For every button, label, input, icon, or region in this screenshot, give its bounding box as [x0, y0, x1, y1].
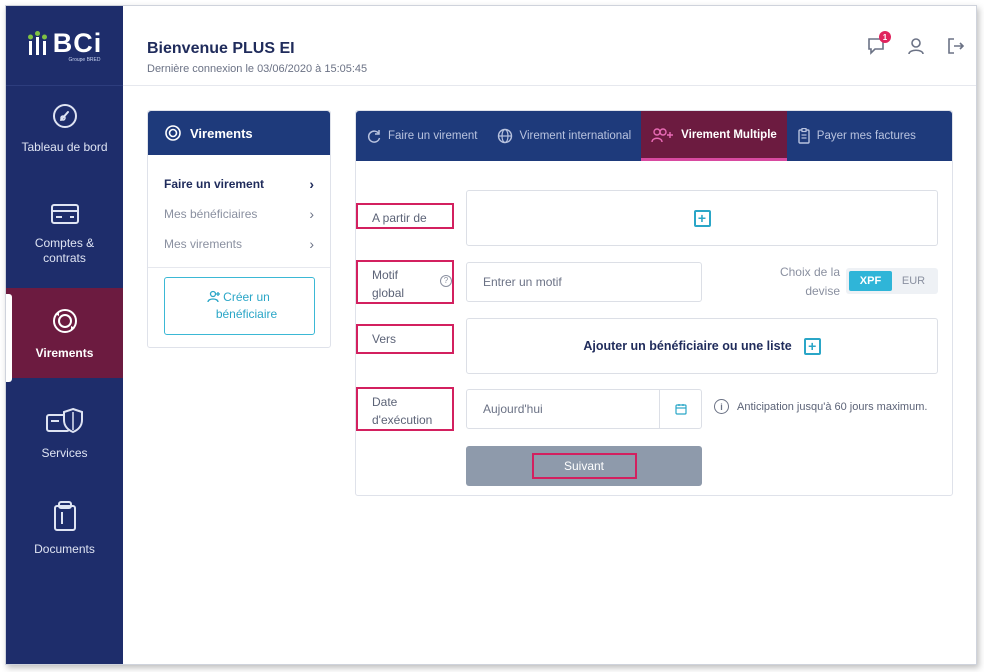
tab-label: Virement international [519, 130, 632, 142]
sidebar-item-comptes[interactable]: Comptes & contrats [6, 202, 123, 282]
help-icon[interactable]: ? [440, 275, 452, 287]
add-beneficiary-text: Ajouter un bénéficiaire ou une liste [583, 339, 792, 353]
tab-label: Payer mes factures [816, 130, 916, 142]
motif-placeholder: Entrer un motif [483, 275, 562, 289]
plus-icon: + [803, 337, 821, 355]
sidebar-item-services[interactable]: Services [6, 406, 123, 486]
sidebar-item-virements[interactable]: Virements [6, 288, 123, 378]
devise-option-eur[interactable]: EUR [892, 271, 935, 291]
plus-icon: + [693, 209, 711, 227]
next-button[interactable]: Suivant [466, 446, 702, 486]
menu-item-mes-virements[interactable]: Mes virements › [164, 229, 314, 259]
anticipation-info-text: Anticipation jusqu'à 60 jours maximum. [737, 400, 928, 413]
virements-panel-title: Virements [190, 125, 253, 141]
logo-subtext: Groupe BRED [68, 57, 101, 63]
app-window: BCi Groupe BRED Tableau de bord Comptes … [5, 5, 977, 665]
chevron-right-icon: › [309, 176, 314, 192]
tab-payer-factures[interactable]: Payer mes factures [787, 111, 926, 161]
date-label-text: Date d'exécution [372, 395, 433, 427]
tab-label: Virement Multiple [681, 128, 777, 141]
motif-label: Motif global ? [356, 260, 454, 304]
to-label: Vers [356, 324, 454, 354]
virements-panel-header: Virements [148, 111, 330, 155]
menu-item-label: Mes bénéficiaires [164, 207, 258, 221]
chat-notification-icon[interactable]: 1 [866, 31, 891, 56]
dashboard-gauge-icon [52, 104, 77, 128]
devise-toggle: XPF EUR [846, 268, 938, 294]
transfer-tabs: Faire un virement Virement international… [356, 111, 952, 161]
sidebar-item-label: Documents [34, 542, 95, 556]
anticipation-info: i Anticipation jusqu'à 60 jours maximum. [714, 399, 927, 414]
menu-item-label: Faire un virement [164, 177, 265, 191]
transfer-cycle-icon [165, 125, 181, 141]
top-header: Bienvenue PLUS EI Dernière connexion le … [123, 6, 976, 86]
virements-panel: Virements Faire un virement › Mes bénéfi… [147, 110, 331, 348]
motif-label-text: Motif global [372, 268, 405, 300]
menu-item-mes-beneficiaires[interactable]: Mes bénéficiaires › [164, 199, 314, 229]
sidebar-item-documents[interactable]: Documents [6, 500, 123, 580]
devise-label: Choix de la devise [779, 265, 840, 298]
from-label: A partir de [356, 203, 454, 229]
transfer-cycle-icon [52, 308, 77, 333]
tab-virement-international[interactable]: Virement international [487, 111, 641, 161]
menu-item-label: Mes virements [164, 237, 243, 251]
clipboard-icon [53, 501, 76, 531]
refresh-icon [367, 130, 381, 143]
shield-card-icon [45, 407, 83, 434]
sidebar-item-label: Comptes & contrats [34, 236, 95, 265]
devise-option-xpf[interactable]: XPF [849, 271, 892, 291]
tab-label: Faire un virement [388, 130, 478, 142]
create-beneficiary-button[interactable]: Créer un bénéficiaire [164, 277, 315, 335]
info-icon: i [714, 399, 729, 414]
chevron-right-icon: › [309, 236, 314, 252]
sidebar-item-tableau-de-bord[interactable]: Tableau de bord [6, 102, 123, 182]
notification-badge: 1 [879, 31, 891, 43]
chevron-right-icon: › [309, 206, 314, 222]
logo-text: BCi [52, 28, 103, 58]
date-value: Aujourd'hui [483, 402, 543, 416]
sidebar: BCi Groupe BRED Tableau de bord Comptes … [6, 6, 123, 664]
transfer-form-card: Faire un virement Virement international… [355, 110, 953, 496]
last-login-text: Dernière connexion le 03/06/2020 à 15:05… [147, 63, 368, 75]
page-title: Bienvenue PLUS EI [147, 40, 295, 57]
motif-input[interactable]: Entrer un motif [466, 262, 702, 302]
calendar-icon[interactable] [659, 390, 701, 428]
receipt-icon [798, 128, 810, 144]
add-beneficiary-field[interactable]: Ajouter un bénéficiaire ou une liste + [466, 318, 938, 374]
bci-logo-icon [27, 30, 47, 55]
sidebar-item-label: Services [41, 446, 88, 460]
tab-faire-virement[interactable]: Faire un virement [356, 111, 487, 161]
date-input[interactable]: Aujourd'hui [466, 389, 702, 429]
card-icon [50, 204, 79, 224]
tab-virement-multiple[interactable]: Virement Multiple [641, 111, 787, 161]
date-label: Date d'exécution [356, 387, 454, 431]
globe-icon [498, 128, 513, 144]
from-label-text: A partir de [372, 211, 427, 225]
next-button-label: Suivant [531, 453, 637, 479]
menu-item-faire-virement[interactable]: Faire un virement › [164, 169, 314, 199]
users-add-icon [651, 127, 674, 142]
sidebar-item-label: Virements [35, 345, 94, 360]
logo[interactable]: BCi Groupe BRED [6, 6, 123, 86]
logout-icon[interactable] [946, 36, 966, 56]
from-account-selector[interactable]: + [466, 190, 938, 246]
user-add-icon [207, 290, 220, 303]
sidebar-item-label: Tableau de bord [21, 140, 108, 154]
to-label-text: Vers [372, 332, 397, 346]
user-icon[interactable] [906, 36, 926, 56]
active-indicator [6, 294, 12, 382]
